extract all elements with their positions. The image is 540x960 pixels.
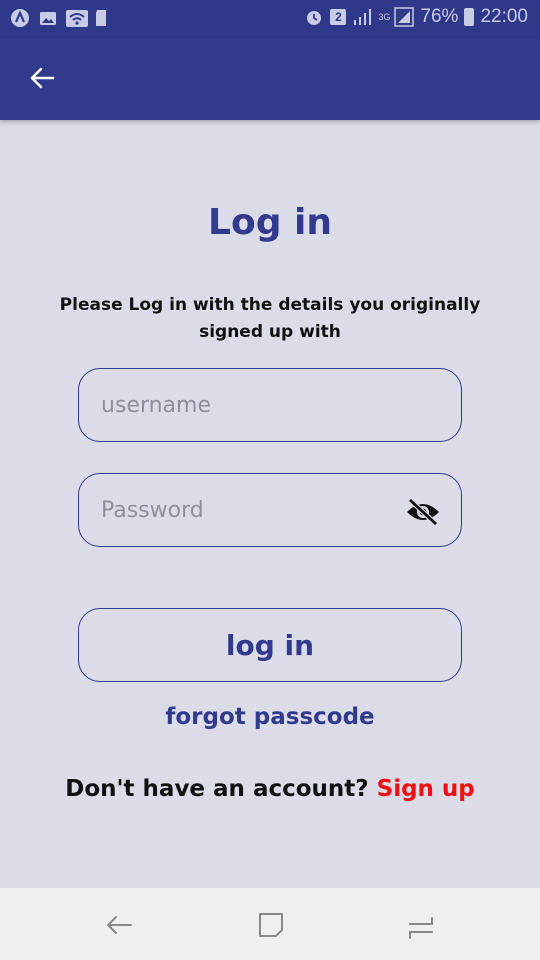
system-nav-bar — [0, 888, 540, 960]
password-field[interactable] — [78, 473, 462, 547]
back-button[interactable] — [22, 60, 62, 100]
network-type: 3G — [378, 11, 391, 22]
home-nav-icon[interactable] — [256, 910, 286, 940]
signup-prompt: Don't have an account? Sign up — [0, 776, 540, 802]
signal-icon — [352, 7, 372, 27]
signal-box-icon — [394, 7, 415, 27]
eye-off-icon[interactable] — [405, 498, 441, 526]
arrow-left-icon — [29, 67, 55, 93]
gallery-icon — [38, 8, 58, 28]
wifi-icon — [66, 8, 88, 28]
recent-apps-icon[interactable] — [406, 910, 436, 940]
username-input[interactable] — [79, 369, 461, 441]
forgot-passcode-link[interactable]: forgot passcode — [0, 704, 540, 730]
login-button[interactable]: log in — [78, 608, 462, 682]
sim-badge: 2 — [330, 9, 347, 25]
username-field[interactable] — [78, 368, 462, 442]
page-title: Log in — [208, 202, 332, 243]
app-a-icon — [10, 8, 30, 28]
battery-icon — [464, 8, 475, 26]
battery-percent: 76% — [420, 6, 459, 27]
sd-card-icon — [94, 8, 114, 28]
clock: 22:00 — [480, 6, 528, 27]
back-nav-icon[interactable] — [104, 910, 134, 940]
status-bar: 2 3G 76% 22:00 — [0, 0, 540, 38]
alarm-icon — [304, 7, 324, 27]
password-input[interactable] — [79, 474, 461, 546]
app-bar — [0, 38, 540, 120]
no-account-text: Don't have an account? — [65, 776, 377, 802]
login-instructions: Please Log in with the details you origi… — [59, 295, 481, 342]
signup-link[interactable]: Sign up — [377, 776, 475, 802]
